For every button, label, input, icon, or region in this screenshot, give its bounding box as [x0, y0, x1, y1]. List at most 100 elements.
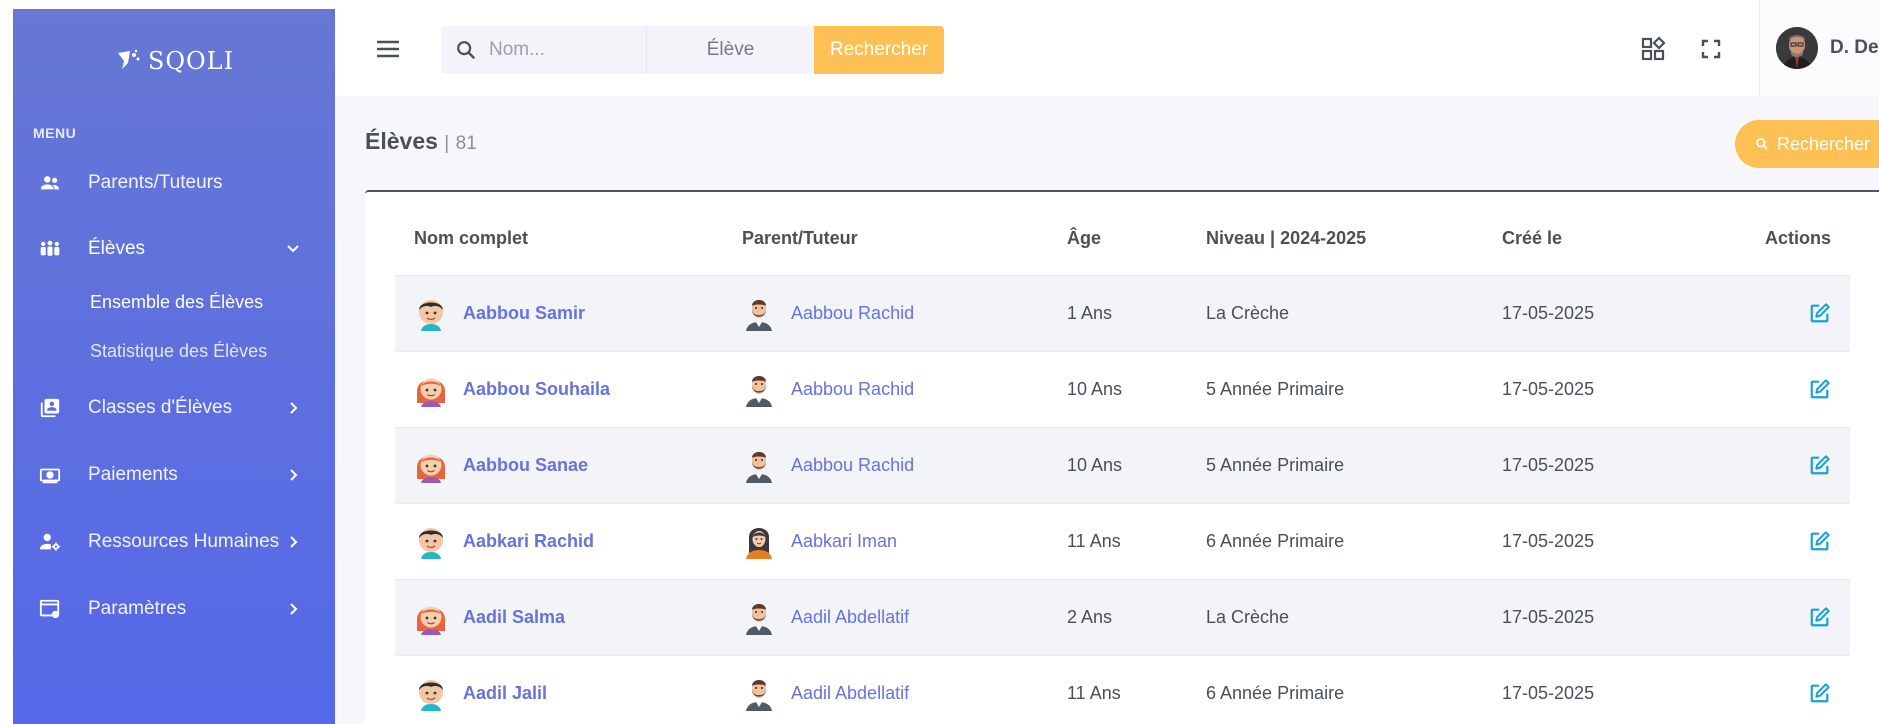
- cell-level: 6 Année Primaire: [1206, 503, 1502, 580]
- student-name-link[interactable]: Aadil Jalil: [463, 683, 547, 704]
- parent-name-link[interactable]: Aabbou Rachid: [791, 379, 914, 400]
- sidebar-item-parametres[interactable]: Paramètres: [13, 589, 335, 629]
- chevron-right-icon: [290, 603, 298, 615]
- payment-icon: [39, 464, 61, 486]
- student-name-link[interactable]: Aadil Salma: [463, 607, 565, 628]
- user-menu[interactable]: D. De: [1759, 0, 1879, 96]
- settings-icon: [39, 598, 61, 620]
- sidebar-item-label: Parents/Tuteurs: [88, 172, 223, 193]
- sidebar-item-classes[interactable]: Classes d'Élèves: [13, 388, 335, 428]
- search-icon: [1756, 138, 1768, 150]
- page-title: Élèves | 81: [365, 128, 477, 155]
- sidebar-subitem-ensemble[interactable]: Ensemble des Élèves: [90, 292, 263, 313]
- table-row: Aabbou Souhaila Aabbou Rachid 10 Ans 5 Anné…: [395, 351, 1850, 428]
- cell-parent: Aabkari Iman: [742, 503, 1067, 580]
- column-header-actions: Actions: [1732, 202, 1850, 276]
- cell-created: 17-05-2025: [1502, 427, 1732, 504]
- cell-created: 17-05-2025: [1502, 503, 1732, 580]
- student-name-link[interactable]: Aabbou Samir: [463, 303, 585, 324]
- edit-icon[interactable]: [1809, 530, 1831, 552]
- parent-name-link[interactable]: Aadil Abdellatif: [791, 683, 909, 704]
- sidebar-item-label: Paiements: [88, 464, 178, 485]
- parent-avatar-icon: [742, 447, 776, 483]
- student-name-link[interactable]: Aabbou Sanae: [463, 455, 588, 476]
- edit-icon[interactable]: [1809, 454, 1831, 476]
- brand-logo[interactable]: SQOLI: [13, 43, 335, 79]
- open-search-button-label: Rechercher: [1777, 133, 1871, 154]
- sidebar-item-label: Classes d'Élèves: [88, 397, 233, 418]
- table-header-row: Nom complet Parent/Tuteur Âge Niveau | 2…: [395, 202, 1850, 276]
- hr-icon: [39, 531, 61, 553]
- cell-level: 5 Année Primaire: [1206, 427, 1502, 504]
- parent-name-link[interactable]: Aabkari Iman: [791, 531, 897, 552]
- page-title-text: Élèves: [365, 128, 438, 154]
- fullscreen-icon[interactable]: [1698, 36, 1724, 62]
- cell-parent: Aabbou Rachid: [742, 351, 1067, 428]
- cell-actions: [1732, 427, 1850, 504]
- table-row: Aadil Jalil Aadil Abdellatif 11 Ans 6 Année…: [395, 655, 1850, 724]
- students-icon: [39, 238, 61, 260]
- parent-avatar-icon: [742, 675, 776, 711]
- sidebar-item-ressources-humaines[interactable]: Ressources Humaines: [13, 522, 335, 562]
- hamburger-menu-icon[interactable]: [375, 36, 401, 62]
- search-field: [441, 26, 646, 74]
- student-count: 81: [455, 133, 477, 154]
- sidebar-item-label: Élèves: [88, 238, 146, 259]
- cell-age: 1 Ans: [1067, 275, 1206, 352]
- topbar: Élève Rechercher D. De: [335, 0, 1879, 96]
- cell-parent: Aabbou Rachid: [742, 275, 1067, 352]
- table-row: Aadil Salma Aadil Abdellatif 2 Ans La Crèch…: [395, 579, 1850, 656]
- chevron-right-icon: [290, 402, 298, 414]
- page-separator: |: [444, 133, 450, 154]
- open-search-button[interactable]: Rechercher: [1735, 120, 1879, 168]
- column-header-created[interactable]: Créé le: [1502, 202, 1732, 276]
- apps-grid-icon[interactable]: [1640, 36, 1666, 62]
- cell-age: 10 Ans: [1067, 351, 1206, 428]
- table-row: Aabbou Samir Aabbou Rachid 1 Ans La Crèche 1…: [395, 275, 1850, 352]
- cell-age: 2 Ans: [1067, 579, 1206, 656]
- cell-actions: [1732, 351, 1850, 428]
- child-avatar-icon: [414, 447, 448, 483]
- cell-created: 17-05-2025: [1502, 655, 1732, 724]
- column-header-name[interactable]: Nom complet: [395, 202, 742, 276]
- logo-text: SQOLI: [147, 47, 235, 75]
- student-name-link[interactable]: Aabbou Souhaila: [463, 379, 610, 400]
- cell-name: Aabbou Samir: [395, 275, 742, 352]
- cell-name: Aadil Salma: [395, 579, 742, 656]
- parent-avatar-icon: [742, 599, 776, 635]
- logo-icon: [117, 49, 140, 69]
- table-row: Aabkari Rachid Aabkari Iman 11 Ans 6 Année …: [395, 503, 1850, 580]
- sidebar-item-paiements[interactable]: Paiements: [13, 455, 335, 495]
- users-icon: [39, 172, 61, 194]
- column-header-parent[interactable]: Parent/Tuteur: [742, 202, 1067, 276]
- students-table: Nom complet Parent/Tuteur Âge Niveau | 2…: [395, 202, 1850, 724]
- sidebar-item-label: Paramètres: [88, 598, 187, 619]
- child-avatar-icon: [414, 371, 448, 407]
- search-input[interactable]: [489, 39, 639, 61]
- sidebar-item-parents[interactable]: Parents/Tuteurs: [13, 163, 335, 203]
- edit-icon[interactable]: [1809, 302, 1831, 324]
- parent-name-link[interactable]: Aabbou Rachid: [791, 455, 914, 476]
- search-type-select[interactable]: Élève: [646, 26, 814, 74]
- column-header-age[interactable]: Âge: [1067, 202, 1206, 276]
- cell-name: Aabkari Rachid: [395, 503, 742, 580]
- column-header-level[interactable]: Niveau | 2024-2025: [1206, 202, 1502, 276]
- sidebar-subitem-statistique[interactable]: Statistique des Élèves: [90, 341, 267, 362]
- cell-created: 17-05-2025: [1502, 351, 1732, 428]
- student-name-link[interactable]: Aabkari Rachid: [463, 531, 594, 552]
- cell-name: Aadil Jalil: [395, 655, 742, 724]
- parent-name-link[interactable]: Aabbou Rachid: [791, 303, 914, 324]
- search-button[interactable]: Rechercher: [814, 26, 944, 74]
- edit-icon[interactable]: [1809, 606, 1831, 628]
- cell-actions: [1732, 503, 1850, 580]
- child-avatar-icon: [414, 295, 448, 331]
- cell-name: Aabbou Souhaila: [395, 351, 742, 428]
- parent-name-link[interactable]: Aadil Abdellatif: [791, 607, 909, 628]
- chevron-down-icon: [287, 245, 299, 253]
- sidebar-item-eleves[interactable]: Élèves: [13, 229, 335, 269]
- students-card: Nom complet Parent/Tuteur Âge Niveau | 2…: [365, 190, 1879, 724]
- edit-icon[interactable]: [1809, 682, 1831, 704]
- edit-icon[interactable]: [1809, 378, 1831, 400]
- cell-parent: Aadil Abdellatif: [742, 579, 1067, 656]
- child-avatar-icon: [414, 599, 448, 635]
